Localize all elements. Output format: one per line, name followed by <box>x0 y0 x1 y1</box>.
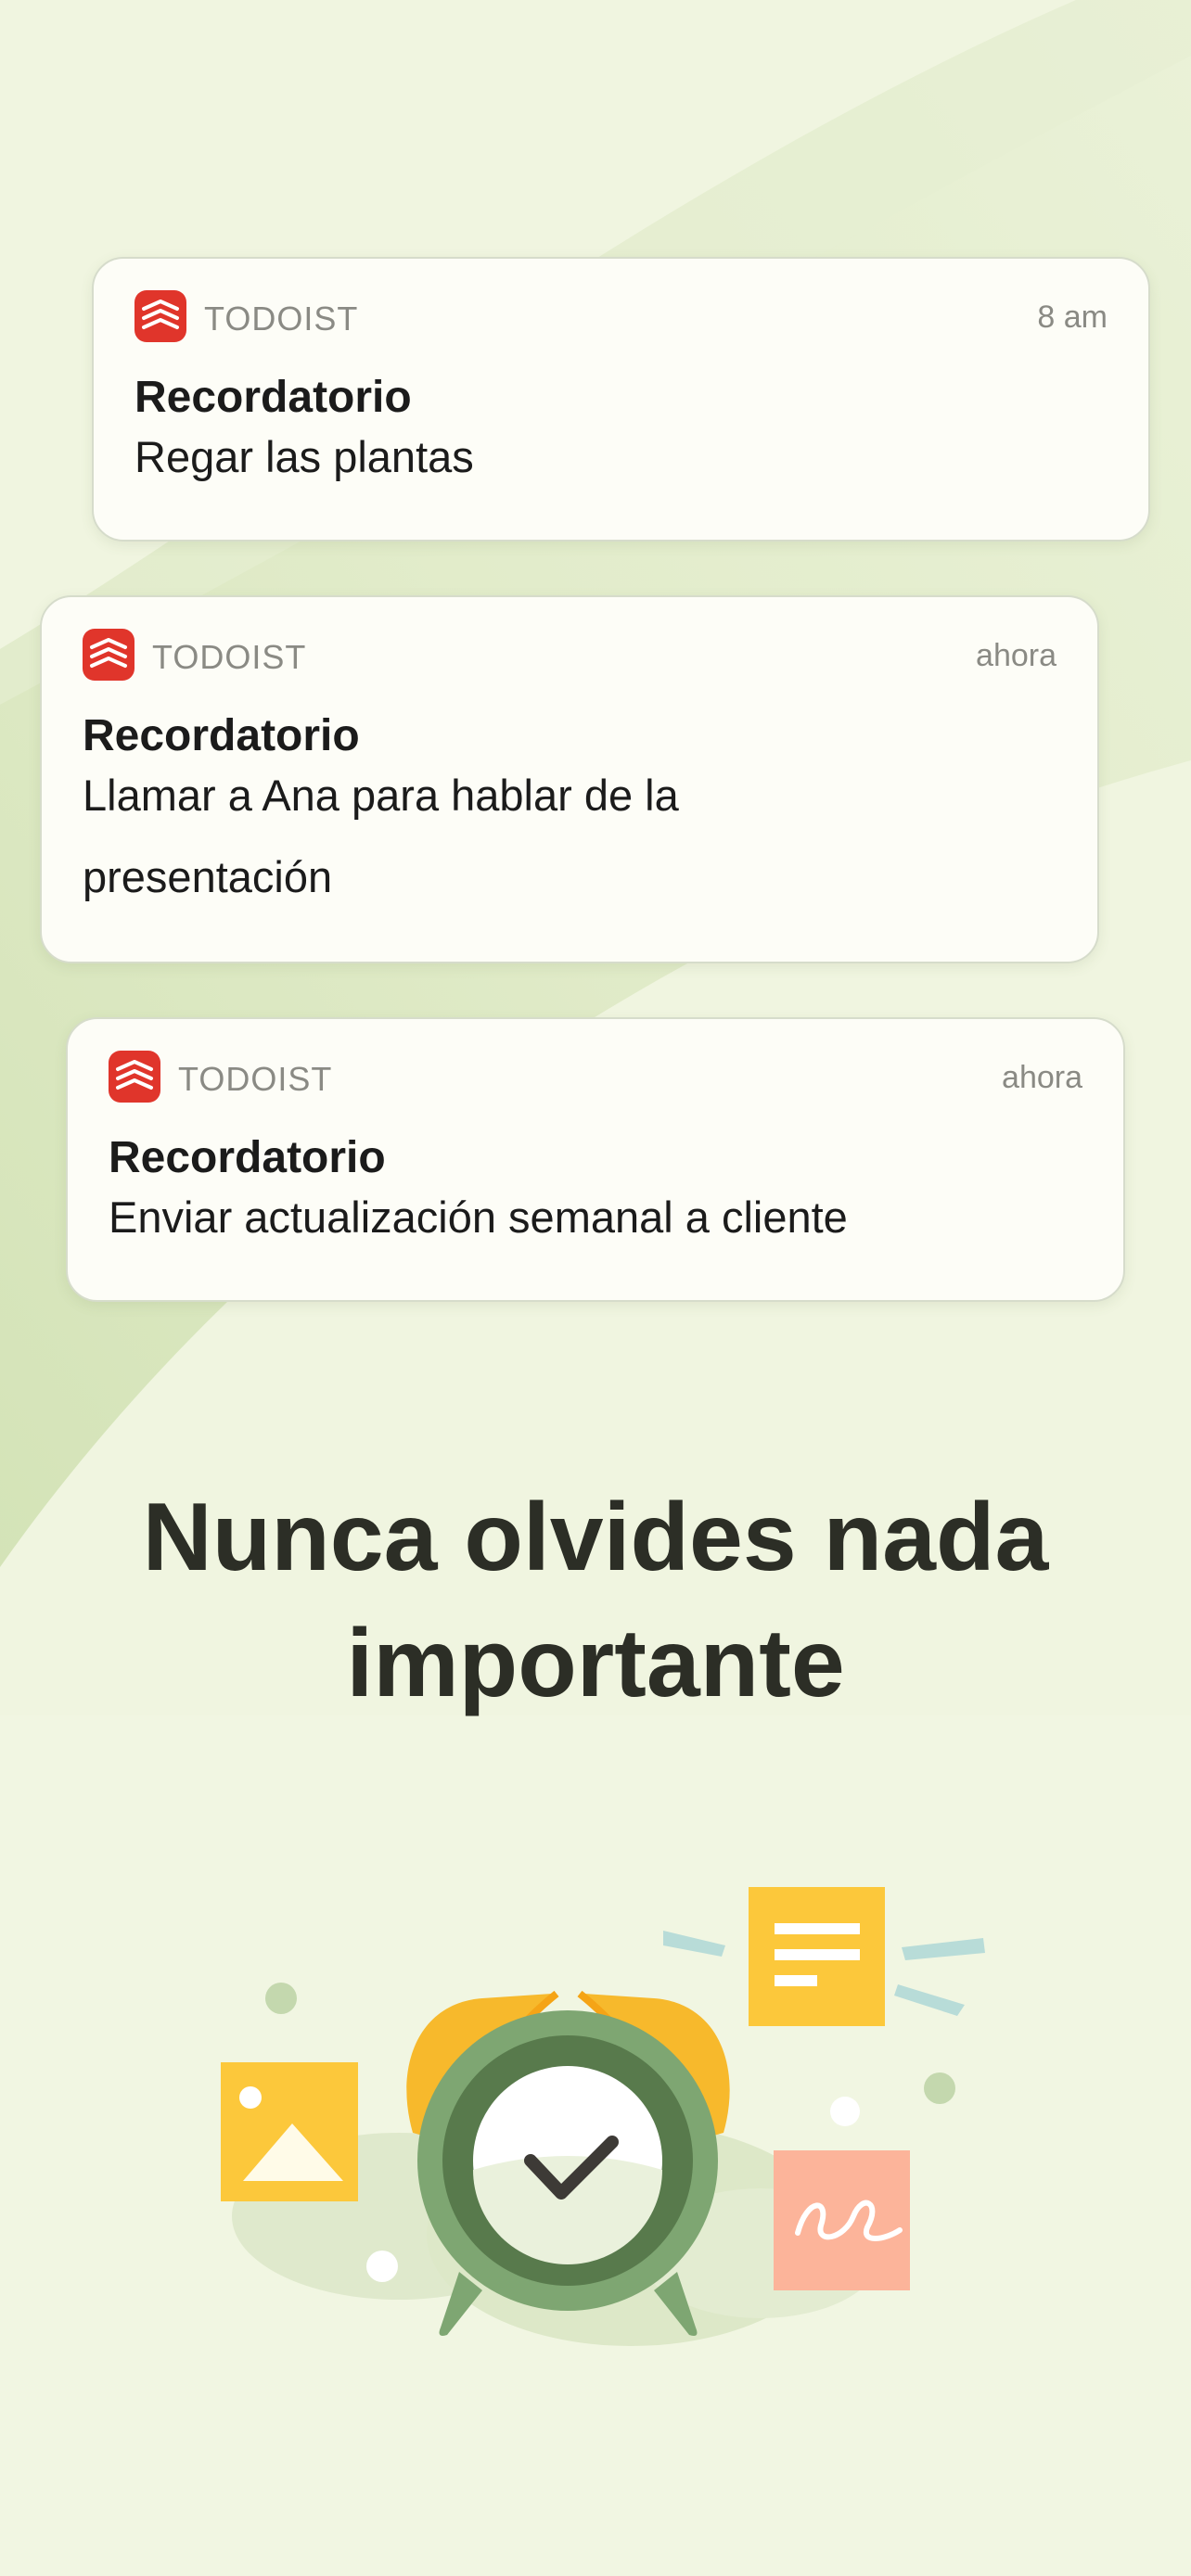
notification-time: 8 am <box>1037 300 1108 335</box>
notification-time: ahora <box>1002 1060 1082 1095</box>
notification-title: Recordatorio <box>109 1133 386 1182</box>
notification-body: Llamar a Ana para hablar de la presentac… <box>83 771 679 901</box>
notification-body: Regar las plantas <box>134 432 474 481</box>
text-note-icon <box>749 1887 885 2026</box>
app-name: TODOIST <box>204 300 359 338</box>
decor-dot <box>924 2072 955 2104</box>
notification-time: ahora <box>976 638 1057 673</box>
notification-header: TODOIST 8 am <box>134 288 1108 344</box>
handwriting-note-icon <box>774 2150 910 2290</box>
headline: Nunca olvides nada importante <box>0 1474 1191 1727</box>
notification-header: TODOIST ahora <box>83 627 1057 682</box>
decor-dot <box>830 2097 860 2126</box>
image-note-icon <box>221 2062 358 2201</box>
notification-title: Recordatorio <box>83 711 360 760</box>
todoist-logo-icon <box>134 290 186 342</box>
decor-dot <box>265 1983 297 2014</box>
headline-line-2: importante <box>346 1610 845 1717</box>
notification-card[interactable]: TODOIST ahora Recordatorio Enviar actual… <box>66 1017 1125 1302</box>
notification-card[interactable]: TODOIST ahora Recordatorio Llamar a Ana … <box>40 595 1099 963</box>
app-name: TODOIST <box>152 638 307 676</box>
todoist-logo-icon <box>109 1051 160 1103</box>
alarm-clock-illustration <box>221 1887 985 2346</box>
notification-title: Recordatorio <box>134 373 412 422</box>
app-name: TODOIST <box>178 1060 333 1098</box>
headline-line-1: Nunca olvides nada <box>142 1484 1049 1591</box>
notification-header: TODOIST ahora <box>109 1049 1082 1104</box>
decor-dot <box>366 2251 398 2282</box>
todoist-logo-icon <box>83 629 134 681</box>
clock-icon <box>417 2010 718 2311</box>
notification-card[interactable]: TODOIST 8 am Recordatorio Regar las plan… <box>92 257 1150 542</box>
notification-body: Enviar actualización semanal a cliente <box>109 1192 848 1242</box>
